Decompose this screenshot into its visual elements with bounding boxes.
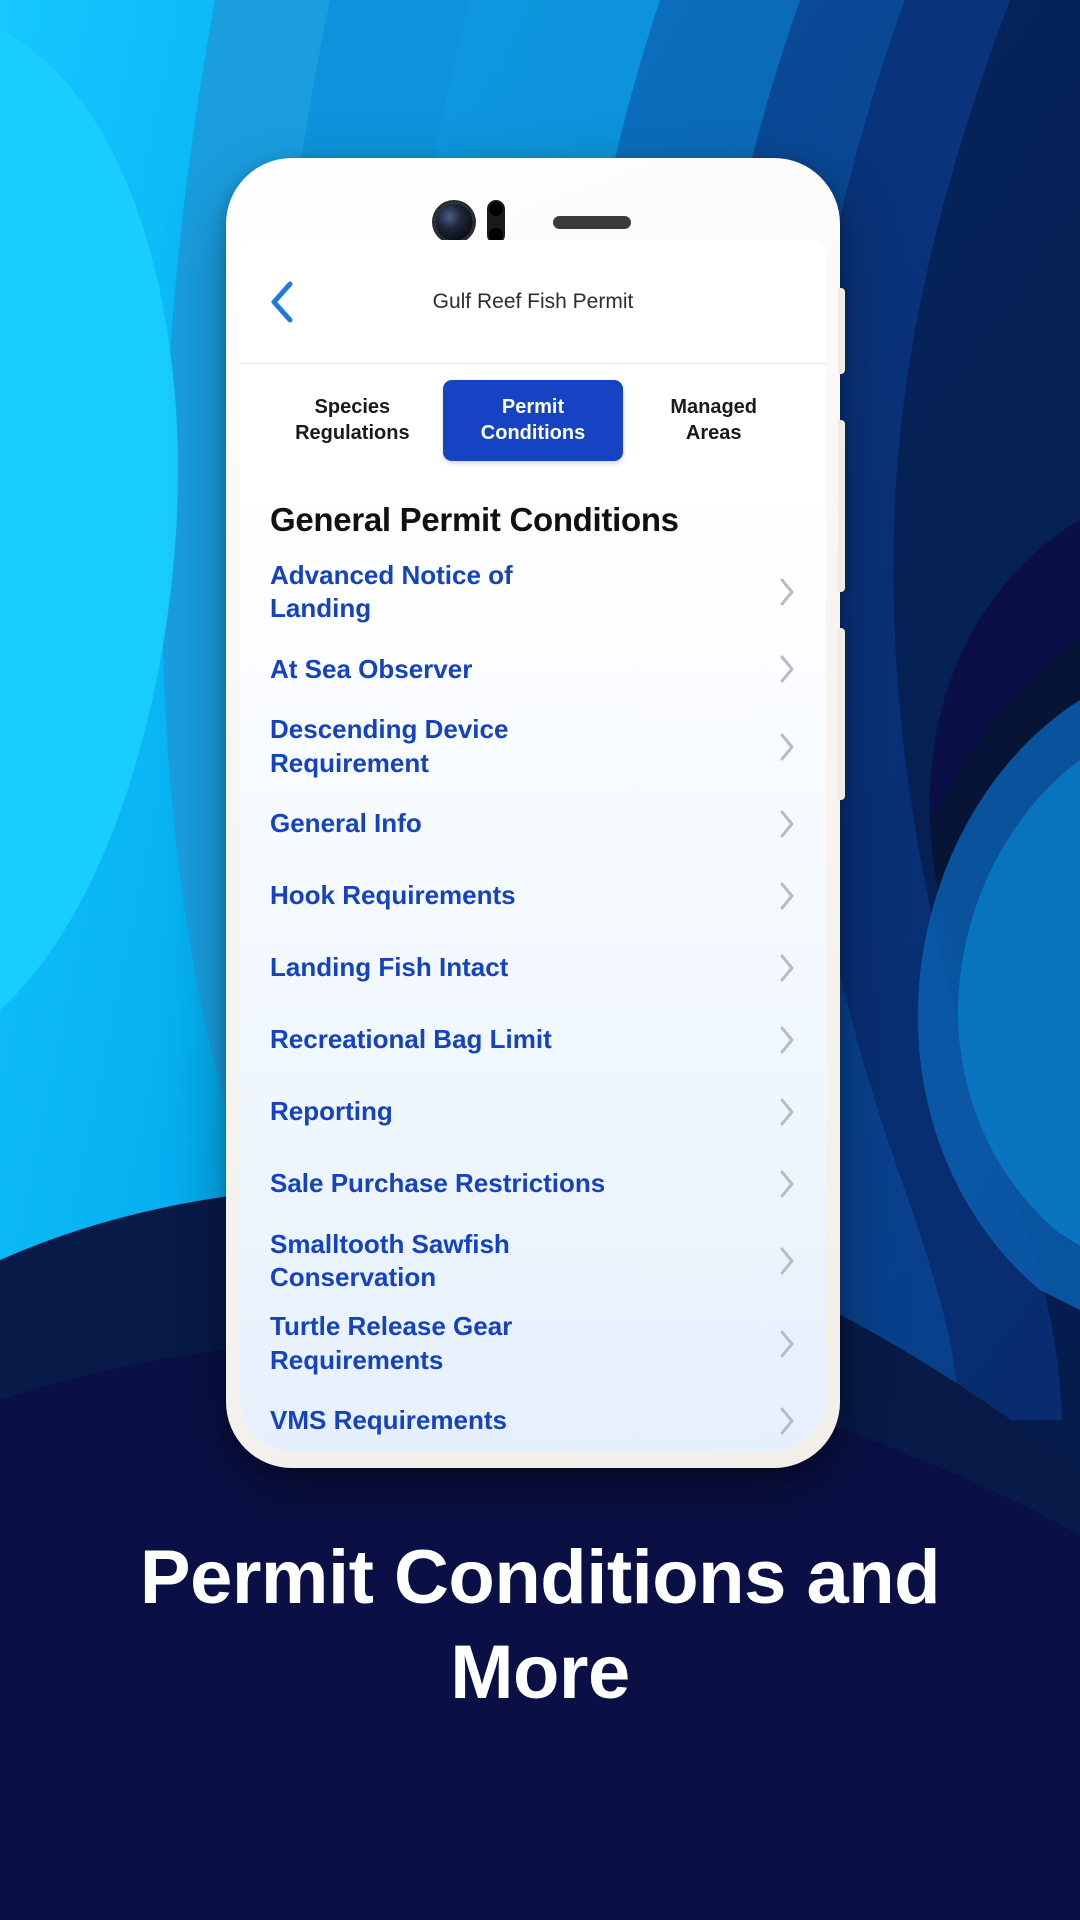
chevron-right-icon bbox=[772, 953, 802, 983]
tab-managed-areas[interactable]: Managed Areas bbox=[623, 380, 804, 461]
back-button[interactable] bbox=[250, 270, 314, 334]
list-item[interactable]: Reporting bbox=[240, 1076, 826, 1148]
list-item[interactable]: Sale Purchase Restrictions bbox=[240, 1148, 826, 1220]
chevron-right-icon bbox=[772, 1097, 802, 1127]
sensor-dot-top bbox=[489, 202, 503, 216]
proximity-sensor-icon bbox=[487, 200, 505, 244]
list-item-label: Smalltooth Sawfish Conservation bbox=[270, 1228, 510, 1293]
app-screen: Gulf Reef Fish Permit Species Regulation… bbox=[240, 240, 826, 1452]
permit-conditions-list: General Permit Conditions Advanced Notic… bbox=[240, 474, 826, 1452]
list-item[interactable]: VMS Requirements bbox=[240, 1385, 826, 1452]
list-item[interactable]: Recreational Bag Limit bbox=[240, 1004, 826, 1076]
list-item-label: Hook Requirements bbox=[270, 880, 516, 911]
earpiece-speaker-icon bbox=[553, 215, 631, 229]
power-button[interactable] bbox=[838, 628, 845, 800]
promo-caption: Permit Conditions and More bbox=[139, 1535, 941, 1715]
list-item[interactable]: Hook Requirements bbox=[240, 860, 826, 932]
list-item[interactable]: Landing Fish Intact bbox=[240, 932, 826, 1004]
chevron-left-icon bbox=[271, 281, 293, 322]
chevron-right-icon bbox=[772, 809, 802, 839]
page-title: Gulf Reef Fish Permit bbox=[432, 289, 634, 313]
list-item-label: Reporting bbox=[270, 1096, 393, 1127]
list-item[interactable]: At Sea Observer bbox=[240, 633, 826, 705]
list-item-label: Turtle Release Gear Requirements bbox=[270, 1311, 513, 1375]
chevron-right-icon bbox=[772, 1169, 802, 1199]
chevron-right-icon bbox=[772, 654, 802, 684]
phone-device-mockup: Gulf Reef Fish Permit Species Regulation… bbox=[226, 158, 845, 1468]
list-item[interactable]: General Info bbox=[240, 788, 826, 860]
list-item-label: Advanced Notice of Landing bbox=[270, 559, 513, 624]
list-item-label: Landing Fish Intact bbox=[270, 952, 509, 983]
list-item-label: VMS Requirements bbox=[270, 1405, 507, 1436]
section-title: General Permit Conditions bbox=[270, 500, 679, 538]
list-item[interactable]: Turtle Release Gear Requirements bbox=[240, 1302, 826, 1385]
tab-permit-conditions[interactable]: Permit Conditions bbox=[442, 380, 624, 461]
list-item[interactable]: Smalltooth Sawfish Conservation bbox=[240, 1220, 826, 1303]
list-item-label: Recreational Bag Limit bbox=[270, 1024, 552, 1055]
tab-bar: Species Regulations Permit Conditions Ma… bbox=[240, 364, 826, 475]
chevron-right-icon bbox=[772, 732, 802, 762]
chevron-right-icon bbox=[772, 1406, 802, 1436]
promo-screenshot: Gulf Reef Fish Permit Species Regulation… bbox=[0, 0, 1080, 1920]
volume-up-button[interactable] bbox=[838, 288, 845, 374]
camera-lens-icon bbox=[435, 203, 473, 241]
list-item-label: General Info bbox=[270, 808, 422, 839]
chevron-right-icon bbox=[772, 577, 802, 607]
chevron-right-icon bbox=[772, 1246, 802, 1276]
list-item-label: At Sea Observer bbox=[270, 653, 473, 684]
app-navbar: Gulf Reef Fish Permit bbox=[240, 240, 826, 364]
chevron-right-icon bbox=[772, 881, 802, 911]
list-item-label: Sale Purchase Restrictions bbox=[270, 1168, 606, 1199]
chevron-right-icon bbox=[772, 1329, 802, 1359]
list-item-label: Descending Device Requirement bbox=[270, 714, 509, 778]
volume-down-button[interactable] bbox=[838, 420, 845, 592]
list-item[interactable]: Advanced Notice of Landing bbox=[240, 551, 826, 634]
tab-species-regulations[interactable]: Species Regulations bbox=[262, 380, 443, 461]
list-item[interactable]: Descending Device Requirement bbox=[240, 705, 826, 788]
chevron-right-icon bbox=[772, 1025, 802, 1055]
